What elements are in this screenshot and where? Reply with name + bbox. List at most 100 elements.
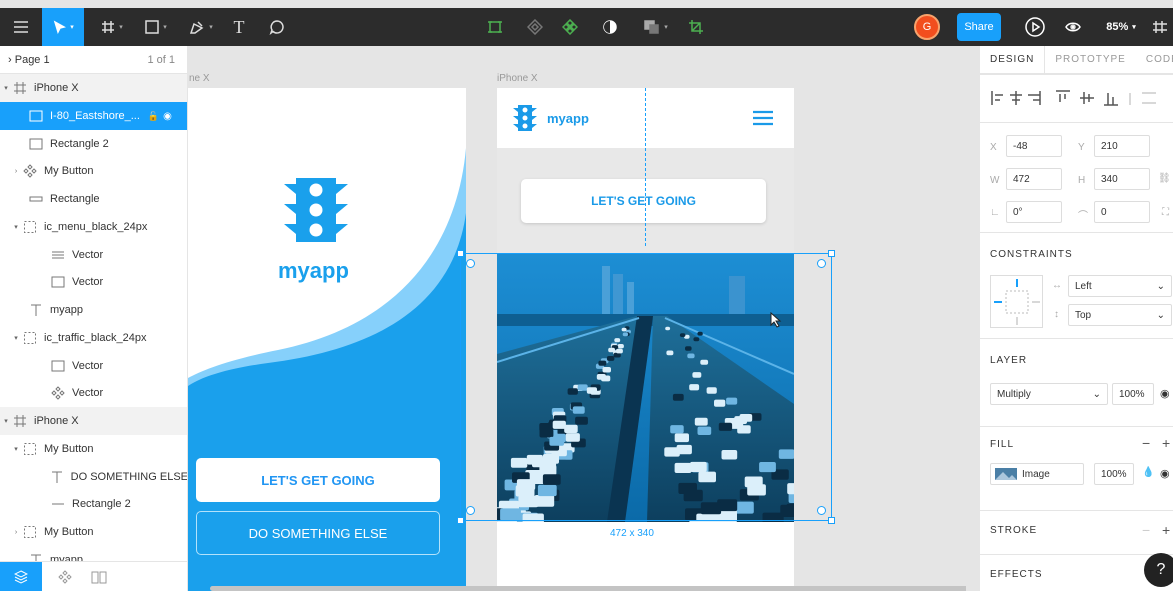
eye-icon[interactable]: ◉ — [163, 111, 172, 122]
layer-opacity-input[interactable]: 100% — [1112, 383, 1154, 405]
layer-row[interactable]: › My Button — [0, 157, 187, 185]
text-tool-icon[interactable]: T — [226, 8, 252, 46]
iphone-frame-1[interactable]: myapp LET'S GET GOING DO SOMETHING ELSE — [188, 88, 466, 591]
resize-handle-tl[interactable] — [457, 250, 464, 257]
frame1-label[interactable]: ne X — [189, 73, 210, 84]
layer-row[interactable]: DO SOMETHING ELSE — [0, 463, 187, 491]
component-icon[interactable] — [480, 8, 510, 46]
vector-layer-icon — [50, 275, 66, 289]
layer-row[interactable]: ▾ iPhone X — [0, 74, 187, 102]
rectangle-tool-button[interactable]: ▾ — [137, 8, 175, 46]
layer-row[interactable]: Vector — [0, 352, 187, 380]
corner-radius-icon: ⌒ — [1078, 211, 1088, 222]
zoom-dropdown[interactable]: 85% ▾ — [1098, 8, 1144, 46]
user-avatar[interactable]: G — [914, 14, 940, 40]
mask-icon[interactable] — [597, 8, 623, 46]
x-input[interactable]: -48 — [1006, 135, 1062, 157]
constrain-proportions-icon[interactable]: ⛓ — [1158, 173, 1171, 184]
blend-mode-dropdown[interactable]: Multiply ⌄ — [990, 383, 1108, 405]
boolean-icon[interactable]: ▾ — [636, 8, 676, 46]
blend-drop-icon[interactable]: 💧 — [1142, 467, 1154, 478]
selection-box[interactable] — [457, 250, 835, 524]
resize-handle-bl[interactable] — [457, 517, 464, 524]
tab-prototype[interactable]: PROTOTYPE — [1045, 46, 1136, 73]
fill-type-field[interactable]: Image — [990, 463, 1084, 485]
expand-arrow-icon[interactable]: ▾ — [10, 445, 22, 453]
canvas[interactable]: ne X iPhone X myapp LET'S GET GOING DO S… — [188, 46, 966, 591]
main-menu-icon[interactable] — [0, 8, 42, 46]
tab-code[interactable]: CODE — [1136, 46, 1173, 73]
frame2-label[interactable]: iPhone X — [497, 73, 538, 84]
radius-handle-tl[interactable] — [466, 259, 475, 268]
resize-handle-tr[interactable] — [828, 250, 835, 257]
create-component-icon[interactable] — [555, 8, 585, 46]
mouse-cursor-icon — [770, 312, 782, 328]
layer-row[interactable]: ▾ ic_traffic_black_24px — [0, 324, 187, 352]
layer-row[interactable]: Vector — [0, 268, 187, 296]
horizontal-constraint-dropdown[interactable]: Left ⌄ — [1068, 275, 1172, 297]
library-book-icon[interactable] — [84, 562, 114, 591]
expand-arrow-icon[interactable]: ▾ — [0, 84, 12, 92]
frame-tool-icon[interactable] — [1152, 8, 1173, 46]
constraints-widget[interactable] — [990, 275, 1044, 329]
expand-arrow-icon[interactable]: ▾ — [0, 417, 12, 425]
horizontal-scrollbar[interactable] — [210, 586, 966, 591]
fill-opacity-input[interactable]: 100% — [1094, 463, 1134, 485]
lets-get-going-button[interactable]: LET'S GET GOING — [196, 458, 440, 502]
expand-arrow-icon[interactable]: ▾ — [10, 223, 22, 231]
layer-row[interactable]: Vector — [0, 241, 187, 269]
layers-tab-icon[interactable] — [0, 562, 42, 591]
remove-fill-icon[interactable]: − — [1142, 435, 1150, 451]
layer-label: My Button — [44, 165, 94, 177]
w-input[interactable]: 472 — [1006, 168, 1062, 190]
layer-row[interactable]: Rectangle — [0, 185, 187, 213]
vector-layer-icon — [50, 248, 66, 262]
layer-row[interactable]: Vector — [0, 379, 187, 407]
align-icons[interactable] — [990, 87, 1173, 117]
expand-arrow-icon[interactable]: ▾ — [10, 334, 22, 342]
fill-visibility-eye-icon[interactable]: ◉ — [1160, 467, 1170, 480]
hamburger-menu-icon[interactable] — [753, 110, 773, 126]
layer-row[interactable]: ▾ My Button — [0, 435, 187, 463]
add-fill-icon[interactable]: + — [1162, 435, 1170, 451]
align-section — [980, 74, 1173, 122]
move-tool-button[interactable]: ▾ — [42, 8, 84, 46]
radius-handle-br[interactable] — [817, 506, 826, 515]
expand-arrow-icon[interactable]: › — [10, 529, 22, 536]
layer-title: LAYER — [990, 355, 1028, 366]
present-play-icon[interactable] — [1022, 8, 1048, 46]
rotation-input[interactable]: 0° — [1006, 201, 1062, 223]
layer-visibility-eye-icon[interactable]: ◉ — [1160, 387, 1170, 400]
layer-row[interactable]: Rectangle 2 — [0, 130, 187, 158]
instance-icon[interactable] — [520, 8, 550, 46]
layer-row[interactable]: › My Button — [0, 518, 187, 546]
layer-row[interactable]: Rectangle 2 — [0, 490, 187, 518]
crop-icon[interactable] — [683, 8, 709, 46]
share-button[interactable]: Share — [957, 13, 1001, 41]
independent-corners-icon[interactable]: ⛶ — [1162, 207, 1169, 218]
h-input[interactable]: 340 — [1094, 168, 1150, 190]
lock-icon[interactable]: 🔓 — [148, 111, 159, 122]
frame-tool-button[interactable]: ▾ — [92, 8, 132, 46]
view-eye-icon[interactable] — [1060, 8, 1086, 46]
do-something-else-button[interactable]: DO SOMETHING ELSE — [196, 511, 440, 555]
add-stroke-icon[interactable]: + — [1162, 522, 1170, 538]
layer-row[interactable]: myapp — [0, 296, 187, 324]
radius-input[interactable]: 0 — [1094, 201, 1150, 223]
radius-handle-bl[interactable] — [466, 506, 475, 515]
help-button[interactable]: ? — [1144, 553, 1173, 587]
components-tab-icon[interactable] — [50, 562, 80, 591]
layer-row[interactable]: ▾ ic_menu_black_24px — [0, 213, 187, 241]
resize-handle-br[interactable] — [828, 517, 835, 524]
layer-row[interactable]: ▾ iPhone X — [0, 407, 187, 435]
pen-tool-button[interactable]: ▾ — [182, 8, 220, 46]
expand-arrow-icon[interactable]: › — [10, 168, 22, 175]
page-selector[interactable]: › Page 1 1 of 1 — [0, 46, 187, 74]
comment-tool-icon[interactable] — [262, 8, 292, 46]
lets-get-going-button-2[interactable]: LET'S GET GOING — [521, 179, 766, 223]
tab-design[interactable]: DESIGN — [980, 46, 1046, 73]
y-input[interactable]: 210 — [1094, 135, 1150, 157]
radius-handle-tr[interactable] — [817, 259, 826, 268]
layer-row[interactable]: I-80_Eastshore_... 🔓 ◉ — [0, 102, 187, 130]
vertical-constraint-dropdown[interactable]: Top ⌄ — [1068, 304, 1172, 326]
